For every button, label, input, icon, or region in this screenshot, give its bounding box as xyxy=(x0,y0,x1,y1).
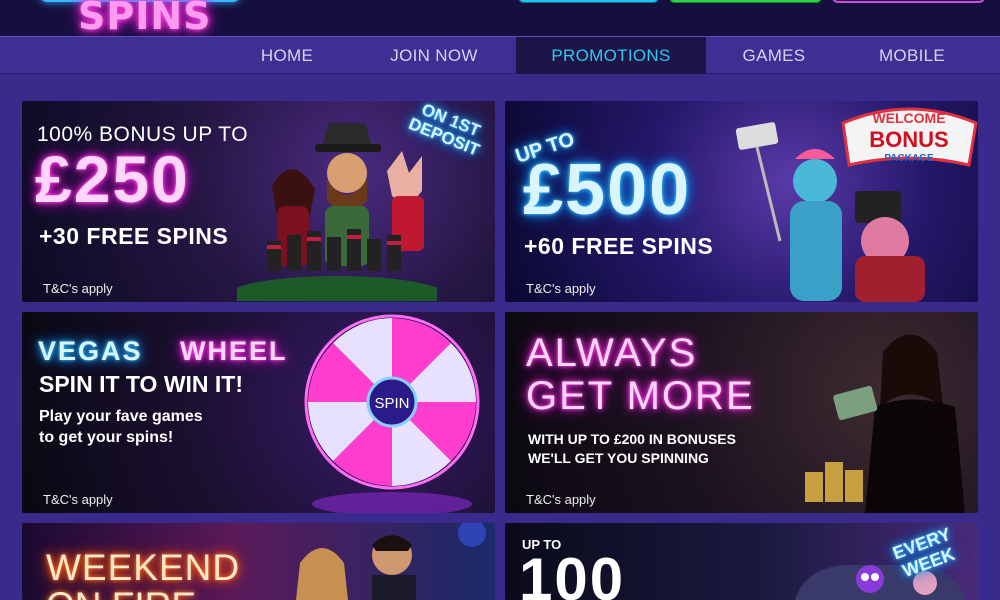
promo-title-wheel: WHEEL xyxy=(180,336,288,366)
promo-amount: £500 xyxy=(523,150,692,230)
woman-illustration xyxy=(805,334,965,513)
characters-illustration xyxy=(237,123,437,301)
promo-title: WEEKEND xyxy=(46,547,241,588)
header-button-pink[interactable] xyxy=(832,0,985,3)
site-logo[interactable]: SPINS xyxy=(78,0,212,38)
nav-games[interactable]: GAMES xyxy=(716,37,832,74)
promo-card-always-get-more[interactable]: ALWAYS GET MORE WITH UP TO £200 IN BONUS… xyxy=(505,312,978,513)
promo-free-spins: +60 FREE SPINS xyxy=(524,233,714,259)
nav-home[interactable]: HOME xyxy=(222,37,352,74)
couple-illustration xyxy=(296,523,486,600)
promo-card-bonus-500[interactable]: WELCOME BONUS PACKAGE UP TO £500 +60 FRE… xyxy=(505,101,978,302)
terms-label[interactable]: T&C's apply xyxy=(43,492,113,507)
promo-card-bonus-250[interactable]: 100% BONUS UP TO £250 +30 FREE SPINS ON … xyxy=(22,101,495,302)
terms-label[interactable]: T&C's apply xyxy=(526,492,596,507)
promo-title: ALWAYS GET MORE xyxy=(526,331,755,418)
characters-illustration xyxy=(735,122,925,302)
main-nav: HOME JOIN NOW PROMOTIONS GAMES MOBILE xyxy=(0,36,1000,74)
promo-card-vegas-wheel[interactable]: SPIN VEGAS WHEEL SPIN IT TO WIN IT! Play… xyxy=(22,312,495,513)
header-button-green[interactable] xyxy=(669,0,822,3)
promo-title-vegas: VEGAS xyxy=(38,336,143,366)
prize-wheel-illustration: SPIN xyxy=(304,314,480,513)
promo-card-weekend-on-fire[interactable]: WEEKEND ON FIRE xyxy=(22,523,495,600)
nav-mobile[interactable]: MOBILE xyxy=(846,37,978,74)
promo-description: WITH UP TO £200 IN BONUSES WE'LL GET YOU… xyxy=(528,431,736,466)
terms-label[interactable]: T&C's apply xyxy=(526,281,596,296)
promo-description: Play your fave games to get your spins! xyxy=(39,408,203,446)
promo-amount: 100 xyxy=(519,546,626,600)
promo-title-line2: ON FIRE xyxy=(46,585,196,600)
promo-subtitle: SPIN IT TO WIN IT! xyxy=(39,371,244,397)
nav-join-now[interactable]: JOIN NOW xyxy=(366,37,502,74)
wheel-spin-label: SPIN xyxy=(374,395,409,412)
promo-free-spins: +30 FREE SPINS xyxy=(39,223,229,249)
terms-label[interactable]: T&C's apply xyxy=(43,281,113,296)
nav-promotions[interactable]: PROMOTIONS xyxy=(516,37,706,74)
promo-amount: £250 xyxy=(35,142,190,216)
top-header: SPINS xyxy=(0,0,1000,38)
header-button-blue[interactable] xyxy=(518,0,659,3)
promo-card-every-week[interactable]: UP TO 100 EVERY WEEK xyxy=(505,523,978,600)
